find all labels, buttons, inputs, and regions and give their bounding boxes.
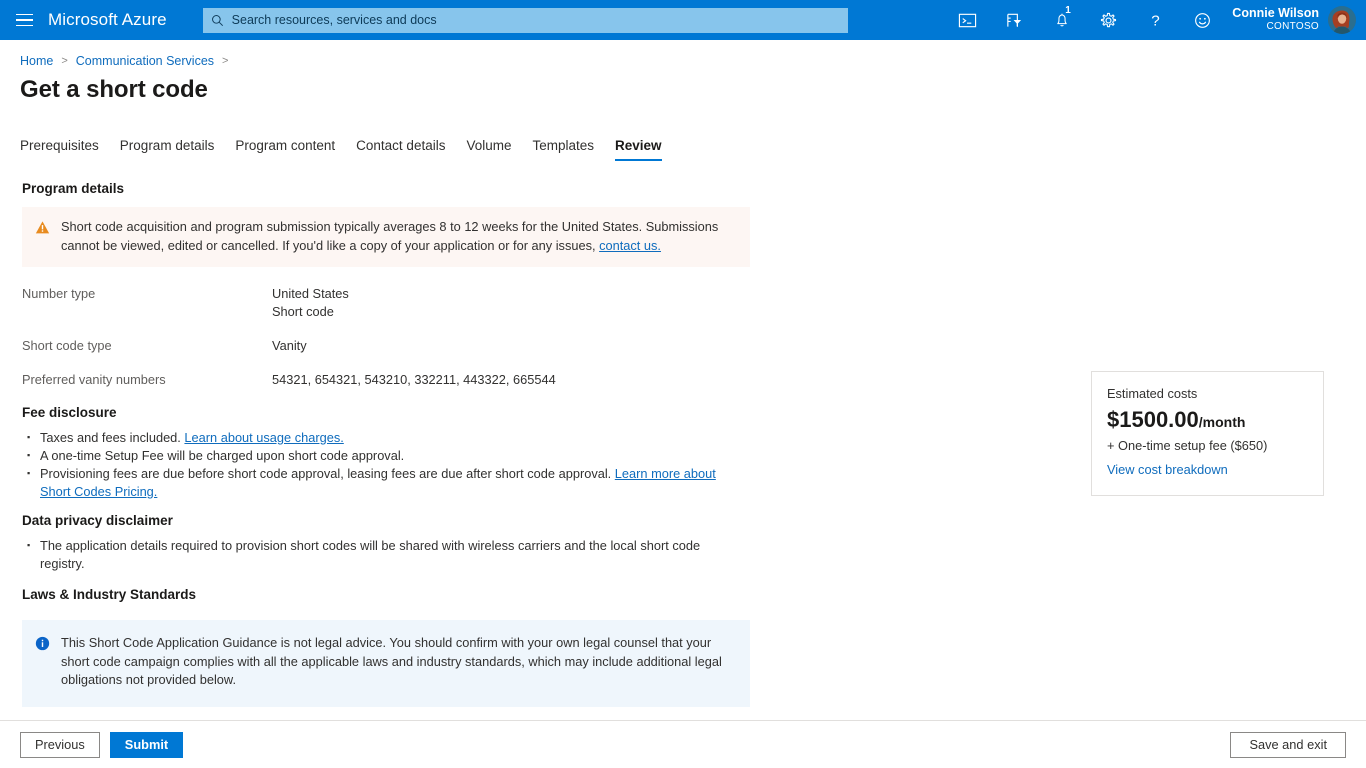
tab-review[interactable]: Review [615,138,662,161]
amount-value: $1500.00 [1107,407,1199,432]
chevron-right-icon: > [222,55,228,67]
notifications-bell-icon[interactable]: 1 [1038,0,1085,40]
list-item: Provisioning fees are due before short c… [40,465,740,501]
global-search-box[interactable] [203,8,848,33]
list-item: Taxes and fees included. Learn about usa… [40,429,740,447]
detail-value: 54321, 654321, 543210, 332211, 443322, 6… [272,371,556,389]
help-question-icon[interactable]: ? [1132,0,1179,40]
warning-banner: Short code acquisition and program submi… [22,207,750,267]
chevron-right-icon: > [61,55,67,67]
detail-key: Preferred vanity numbers [22,371,272,389]
data-privacy-list: The application details required to prov… [22,537,1366,573]
tab-templates[interactable]: Templates [533,138,595,161]
tab-prerequisites[interactable]: Prerequisites [20,138,99,161]
list-item: A one-time Setup Fee will be charged upo… [40,447,740,465]
bullet-text: The application details required to prov… [40,538,700,571]
info-banner: This Short Code Application Guidance is … [22,620,750,707]
section-heading-program-details: Program details [22,181,1366,196]
amount-period: /month [1199,414,1246,430]
page-title: Get a short code [0,68,1366,104]
detail-row-number-type: Number type United States Short code [22,285,1366,321]
user-name: Connie Wilson [1232,7,1319,20]
svg-text:?: ? [1152,12,1160,29]
smiley-feedback-icon[interactable] [1179,0,1226,40]
info-circle-icon [35,636,50,656]
list-item: The application details required to prov… [40,537,740,573]
bullet-text: A one-time Setup Fee will be charged upo… [40,448,404,463]
gear-icon[interactable] [1085,0,1132,40]
estimated-costs-title: Estimated costs [1107,386,1308,401]
section-heading-data-privacy-disclaimer: Data privacy disclaimer [22,513,1366,528]
detail-key: Number type [22,285,272,321]
azure-brand-title[interactable]: Microsoft Azure [48,10,185,30]
breadcrumb: Home > Communication Services > [0,40,1366,68]
warning-banner-text: Short code acquisition and program submi… [61,218,738,255]
detail-value: United States Short code [272,285,349,321]
usage-charges-link[interactable]: Learn about usage charges. [184,430,343,445]
bullet-text: Provisioning fees are due before short c… [40,466,615,481]
wizard-action-bar: Previous Submit Save and exit [0,720,1366,768]
detail-key: Short code type [22,337,272,355]
tab-contact-details[interactable]: Contact details [356,138,445,161]
tab-volume[interactable]: Volume [466,138,511,161]
azure-top-navigation-bar: Microsoft Azure [0,0,1366,40]
tab-program-content[interactable]: Program content [235,138,335,161]
view-cost-breakdown-link[interactable]: View cost breakdown [1107,462,1228,477]
section-heading-laws-industry-standards: Laws & Industry Standards [22,587,1366,602]
review-content: Program details Short code acquisition a… [0,181,1366,707]
user-account-menu[interactable]: Connie Wilson CONTOSO [1226,0,1366,40]
submit-button[interactable]: Submit [110,732,183,758]
wizard-tab-strip: Prerequisites Program details Program co… [0,133,1366,161]
breadcrumb-item-communication-services[interactable]: Communication Services [76,54,214,68]
bullet-text: Taxes and fees included. [40,430,184,445]
detail-value: Vanity [272,337,307,355]
contact-us-link[interactable]: contact us. [599,238,661,253]
directories-and-subscriptions-icon[interactable] [991,0,1038,40]
search-input[interactable] [230,12,840,28]
previous-button[interactable]: Previous [20,732,100,758]
search-icon [211,14,224,27]
top-bar-icon-group: 1 ? Connie Wilson CONTOSO [944,0,1366,40]
info-banner-text: This Short Code Application Guidance is … [61,634,738,690]
one-time-setup-fee: + One-time setup fee ($650) [1107,438,1308,453]
hamburger-icon[interactable] [0,0,48,40]
estimated-costs-amount: $1500.00/month [1107,407,1308,435]
save-and-exit-button[interactable]: Save and exit [1230,732,1346,758]
notifications-count-badge: 1 [1065,6,1071,16]
estimated-costs-card: Estimated costs $1500.00/month + One-tim… [1091,371,1324,496]
tab-program-details[interactable]: Program details [120,138,215,161]
cloud-shell-icon[interactable] [944,0,991,40]
avatar[interactable] [1328,6,1356,34]
warning-triangle-icon [35,220,50,240]
detail-row-short-code-type: Short code type Vanity [22,337,1366,355]
breadcrumb-item-home[interactable]: Home [20,54,53,68]
user-tenant: CONTOSO [1232,20,1319,33]
